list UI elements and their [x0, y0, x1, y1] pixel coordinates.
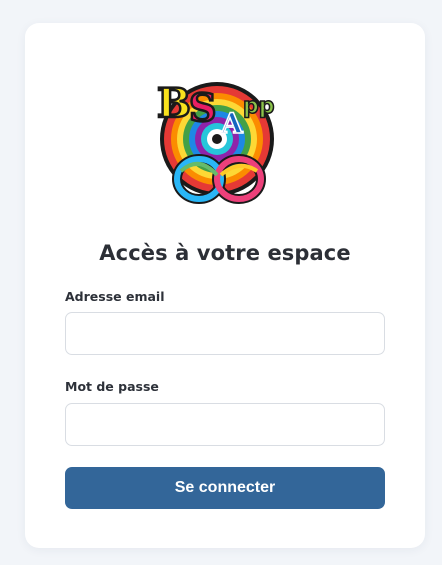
bsapp-logo-image: B S A pp	[156, 79, 275, 204]
logo-letter-a: A	[220, 107, 244, 140]
page-title: Accès à votre espace	[99, 241, 351, 265]
password-field[interactable]	[65, 403, 385, 446]
login-card: B S A pp Accès à votre espace Adresse em…	[25, 23, 425, 548]
password-label: Mot de passe	[65, 379, 159, 394]
logo-letter-b: B	[157, 80, 191, 127]
email-label: Adresse email	[65, 289, 165, 304]
logo-letter-s: S	[189, 85, 216, 130]
login-button[interactable]: Se connecter	[65, 467, 385, 509]
email-field[interactable]	[65, 312, 385, 355]
bsapp-logo: B S A pp	[151, 71, 287, 207]
logo-letters-pp: pp	[243, 94, 275, 119]
